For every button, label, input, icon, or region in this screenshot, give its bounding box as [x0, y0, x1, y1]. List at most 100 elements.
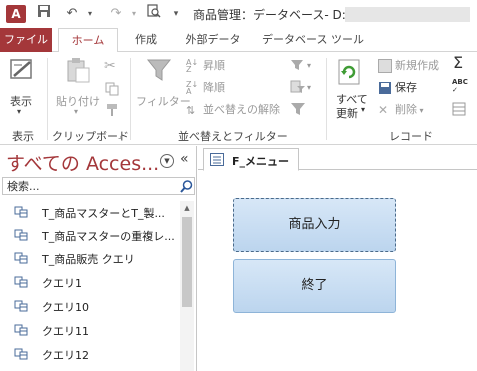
spelling-icon[interactable]: ABC ✓: [452, 78, 468, 94]
copy-icon[interactable]: [105, 82, 119, 96]
view-icon: [10, 59, 32, 79]
query-icon: [14, 324, 28, 336]
ribbon: 表示 ▾ 表示 貼り付け ▾ ✂ クリップボード ⌟ フィルター A↓ Z 昇順 Z…: [0, 52, 477, 145]
sort-descending-icon: Z↓ A: [186, 80, 199, 96]
redo-dropdown-icon[interactable]: ▾: [124, 4, 144, 24]
new-record-icon: [378, 59, 392, 73]
list-item[interactable]: クエリ11: [0, 319, 178, 341]
new-record-label: 新規作成: [395, 59, 439, 72]
search-icon[interactable]: [179, 179, 194, 194]
redo-icon[interactable]: ↷: [106, 4, 126, 24]
ribbon-tab-bar: ファイル ホーム 作成 外部データ データベース ツール: [0, 28, 477, 53]
list-item-label: T_商品マスターの重複レ...: [42, 230, 175, 243]
tab-home[interactable]: ホーム: [58, 28, 118, 53]
paste-icon: [67, 58, 90, 83]
sort-ascending-icon: A↓ Z: [186, 58, 199, 74]
redacted-path: [345, 7, 470, 22]
nav-header: すべての Acces... ▼ «: [0, 146, 197, 176]
group-separator: [130, 58, 131, 140]
query-icon: [14, 300, 28, 312]
filter-icon: [146, 59, 172, 81]
access-app-icon[interactable]: A: [6, 5, 26, 23]
cut-icon[interactable]: ✂: [104, 58, 116, 74]
scroll-thumb[interactable]: [182, 217, 192, 307]
tab-create[interactable]: 作成: [124, 28, 168, 53]
nav-scrollbar[interactable]: ▲: [180, 201, 194, 371]
tab-external-data[interactable]: 外部データ: [176, 28, 250, 53]
sort-descending-label: 降順: [203, 81, 225, 94]
product-entry-button[interactable]: 商品入力: [233, 198, 396, 252]
list-item-label: クエリ11: [42, 325, 89, 338]
query-icon: [14, 276, 28, 288]
refresh-all-label-2[interactable]: 更新: [336, 105, 358, 121]
tab-f-menu[interactable]: F_メニュー: [203, 148, 299, 171]
list-item-label: クエリ12: [42, 349, 89, 362]
list-item[interactable]: T_商品販売 クエリ: [0, 247, 178, 269]
group-sort-filter-label: 並べ替えとフィルター: [178, 130, 288, 143]
toggle-filter-icon[interactable]: [290, 102, 306, 116]
list-item[interactable]: クエリ1: [0, 271, 178, 293]
group-separator: [326, 58, 327, 140]
save-record-button[interactable]: 保存: [378, 80, 417, 96]
undo-dropdown-icon[interactable]: ▾: [80, 4, 100, 24]
list-item-label: T_商品販売 クエリ: [42, 253, 135, 266]
paste-dropdown-icon[interactable]: ▾: [74, 107, 78, 116]
nav-search-box: [2, 177, 195, 195]
group-records-label: レコード: [389, 130, 433, 143]
clipboard-launcher-icon[interactable]: ⌟: [118, 128, 122, 144]
query-icon: [14, 206, 28, 218]
document-tab-strip: F_メニュー: [198, 146, 477, 171]
print-preview-icon[interactable]: [144, 4, 164, 24]
window-title: 商品管理：データベース- D:¥: [193, 8, 354, 22]
group-separator: [47, 58, 48, 140]
sort-ascending-label: 昇順: [203, 59, 225, 72]
list-item[interactable]: クエリ12: [0, 343, 178, 365]
selection-filter-icon[interactable]: [290, 58, 306, 72]
nav-search-input[interactable]: [7, 179, 167, 193]
new-record-button[interactable]: 新規作成: [378, 58, 439, 74]
tab-f-menu-label: F_メニュー: [232, 155, 290, 168]
totals-icon[interactable]: Σ: [453, 55, 463, 71]
clear-sort-button[interactable]: ⇅ 並べ替えの解除: [186, 102, 280, 118]
delete-dropdown-icon: ▾: [417, 106, 424, 115]
list-item[interactable]: クエリ10: [0, 295, 178, 317]
nav-pane-title[interactable]: すべての Acces...: [6, 149, 159, 176]
advanced-filter-icon[interactable]: [290, 80, 306, 94]
customize-qat-icon[interactable]: ▾: [166, 4, 186, 24]
navigation-pane: すべての Acces... ▼ « T_商品マスターとT_製... T_商品マス…: [0, 146, 197, 371]
shutter-bar-collapse-icon[interactable]: «: [180, 151, 189, 167]
refresh-all-dropdown-icon[interactable]: ▾: [361, 105, 365, 114]
document-area: F_メニュー 商品入力 終了: [198, 146, 477, 371]
more-records-icon[interactable]: [452, 102, 468, 116]
query-icon: [14, 348, 28, 360]
format-painter-icon[interactable]: [105, 103, 119, 117]
clear-sort-icon: ⇅: [186, 104, 196, 117]
list-item-label: クエリ10: [42, 301, 89, 314]
tab-file[interactable]: ファイル: [0, 28, 52, 52]
advanced-filter-dropdown-icon[interactable]: ▾: [307, 80, 311, 96]
tab-database-tools[interactable]: データベース ツール: [258, 28, 368, 53]
delete-record-label: 削除: [395, 103, 417, 116]
sort-descending-button[interactable]: Z↓ A 降順: [186, 80, 225, 96]
undo-icon[interactable]: ↶: [62, 4, 82, 24]
delete-record-button[interactable]: ✕ 削除 ▾: [378, 102, 424, 118]
form-icon: [210, 153, 224, 166]
filter-button[interactable]: フィルター: [136, 93, 191, 109]
save-record-label: 保存: [395, 81, 417, 94]
view-dropdown-icon[interactable]: ▾: [17, 107, 21, 116]
selection-filter-dropdown-icon[interactable]: ▾: [307, 58, 311, 74]
exit-button[interactable]: 終了: [233, 259, 396, 313]
save-record-icon: [379, 82, 391, 94]
list-item[interactable]: T_商品マスターとT_製...: [0, 201, 178, 223]
group-view-label: 表示: [12, 130, 34, 143]
list-item-label: クエリ1: [42, 277, 82, 290]
list-item[interactable]: T_商品マスターの重複レ...: [0, 224, 178, 246]
clear-sort-label: 並べ替えの解除: [203, 103, 280, 116]
save-icon[interactable]: [34, 4, 54, 24]
nav-menu-dropdown-icon[interactable]: ▼: [160, 154, 174, 168]
query-icon: [14, 229, 28, 241]
sort-ascending-button[interactable]: A↓ Z 昇順: [186, 58, 225, 74]
delete-record-icon: ✕: [378, 103, 389, 117]
scroll-up-icon[interactable]: ▲: [180, 201, 194, 215]
title-bar: A ↶ ▾ ↷ ▾ ▾ 商品管理：データベース- D:¥: [0, 0, 477, 28]
